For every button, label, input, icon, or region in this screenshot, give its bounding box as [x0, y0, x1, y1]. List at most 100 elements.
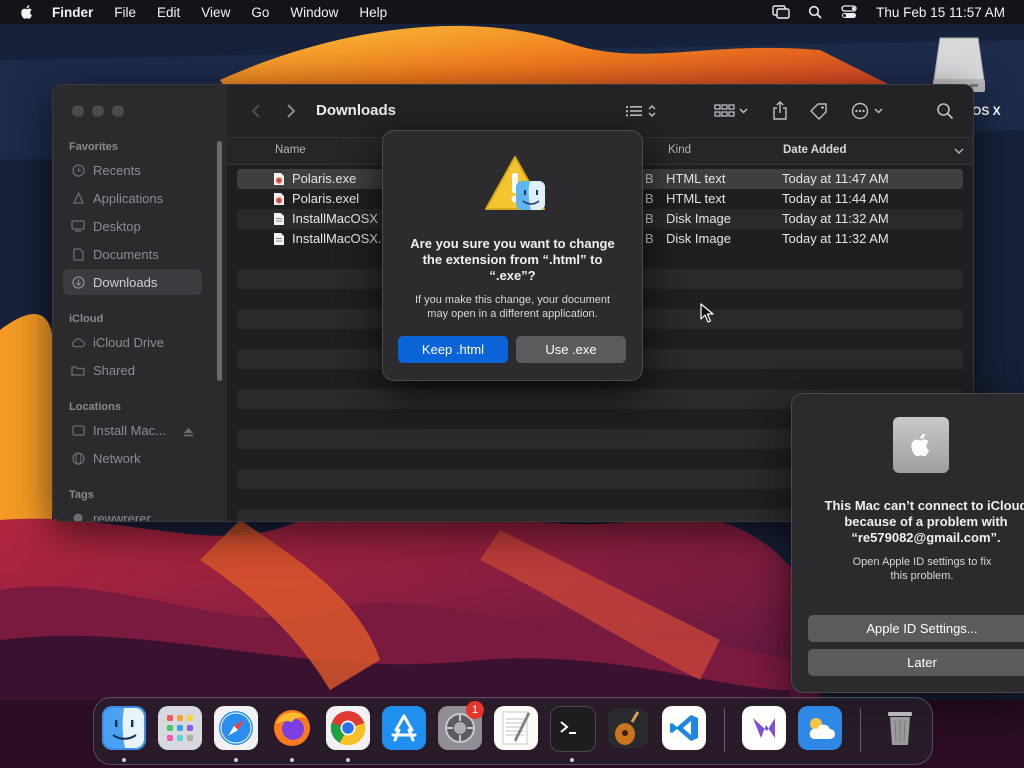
later-button[interactable]: Later: [808, 649, 1024, 676]
search-icon[interactable]: [935, 100, 955, 122]
sidebar-item-label: rewwrerer: [93, 510, 151, 522]
file-date-added: Today at 11:32 AM: [782, 211, 889, 226]
column-name[interactable]: Name: [275, 144, 306, 156]
menu-window[interactable]: Window: [290, 5, 338, 20]
downloads-icon: [71, 275, 85, 289]
document-icon: [71, 247, 85, 261]
sidebar-item-applications[interactable]: Applications: [63, 185, 202, 211]
dock-separator: [724, 708, 725, 752]
mouse-cursor: [700, 303, 714, 323]
file-date-added: Today at 11:47 AM: [782, 171, 889, 186]
sidebar-item-tag[interactable]: rewwrerer: [63, 505, 202, 522]
file-date-added: Today at 11:32 AM: [782, 231, 889, 246]
column-kind[interactable]: Kind: [668, 144, 691, 156]
share-icon[interactable]: [771, 100, 789, 122]
garageband-icon[interactable]: [606, 706, 650, 750]
screen-mirroring-icon[interactable]: [772, 4, 790, 20]
control-center-icon[interactable]: [840, 4, 858, 20]
icloud-info-line: this problem.: [890, 570, 954, 582]
more-actions-icon[interactable]: [851, 100, 887, 122]
apple-id-settings-button[interactable]: Apple ID Settings...: [808, 615, 1024, 642]
zoom-button[interactable]: [112, 105, 124, 117]
apple-icon[interactable]: [18, 3, 36, 21]
sidebar-item-desktop[interactable]: Desktop: [63, 213, 202, 239]
sidebar-section-locations: Locations: [69, 401, 121, 413]
tag-dot-icon: [71, 511, 85, 521]
list-view-icon[interactable]: [624, 100, 660, 122]
menu-edit[interactable]: Edit: [157, 5, 180, 20]
running-indicator: [346, 758, 350, 762]
disk-image-file-icon: [274, 232, 284, 245]
menu-clock[interactable]: Thu Feb 15 11:57 AM: [876, 5, 1005, 20]
file-kind: Disk Image: [666, 211, 732, 226]
terminal-icon[interactable]: [550, 706, 596, 752]
sidebar-item-documents[interactable]: Documents: [63, 241, 202, 267]
change-extension-dialog: Are you sure you want to change the exte…: [382, 130, 643, 381]
menu-bar: Finder File Edit View Go Window Help Thu…: [0, 0, 1024, 24]
file-kind: Disk Image: [666, 231, 732, 246]
trash-icon[interactable]: [878, 706, 922, 750]
warning-finder-icon: [485, 156, 545, 210]
globe-icon: [71, 451, 85, 465]
sidebar-item-install-mac[interactable]: Install Mac...: [63, 417, 202, 443]
disk-label[interactable]: OS X: [972, 104, 1001, 118]
minimize-button[interactable]: [92, 105, 104, 117]
sidebar-item-shared[interactable]: Shared: [63, 357, 202, 383]
menu-app-name[interactable]: Finder: [52, 5, 93, 20]
icloud-message: This Mac can’t connect to iCloud because…: [806, 498, 1024, 546]
launchpad-icon[interactable]: [158, 706, 202, 750]
dialog-info-line: If you make this change, your document: [414, 294, 611, 306]
keep-html-button[interactable]: Keep .html: [398, 336, 508, 363]
window-title: Downloads: [316, 102, 397, 119]
close-button[interactable]: [72, 105, 84, 117]
icloud-message-line: “re579082@gmail.com”.: [851, 530, 1001, 545]
file-kind: HTML text: [666, 171, 726, 186]
search-icon[interactable]: [806, 4, 824, 20]
sidebar-scrollbar[interactable]: [217, 141, 222, 381]
sidebar-item-network[interactable]: Network: [63, 445, 202, 471]
disk-image-file-icon: [274, 212, 284, 225]
eject-icon[interactable]: [183, 425, 194, 440]
group-by-icon[interactable]: [713, 100, 751, 122]
back-chevron-icon[interactable]: [249, 100, 263, 122]
forward-chevron-icon[interactable]: [284, 100, 298, 122]
running-indicator: [290, 758, 294, 762]
app-store-icon[interactable]: [382, 706, 426, 750]
dock-separator: [860, 708, 861, 752]
running-indicator: [122, 758, 126, 762]
sidebar-item-label: Applications: [93, 190, 164, 206]
firefox-html-file-icon: [274, 192, 284, 205]
sidebar-item-recents[interactable]: Recents: [63, 157, 202, 183]
menu-help[interactable]: Help: [359, 5, 387, 20]
finder-icon[interactable]: [102, 706, 146, 750]
sidebar-section-icloud: iCloud: [69, 313, 104, 325]
vscode-icon[interactable]: [662, 706, 706, 750]
file-name: Polaris.exe: [292, 171, 357, 186]
firefox-html-file-icon: [274, 172, 284, 185]
sidebar-section-tags: Tags: [69, 489, 94, 501]
file-size: B: [645, 211, 654, 226]
sidebar-item-downloads[interactable]: Downloads: [63, 269, 202, 295]
sidebar-item-icloud-drive[interactable]: iCloud Drive: [63, 329, 202, 355]
textedit-icon[interactable]: [494, 706, 538, 750]
sidebar-item-label: Downloads: [93, 274, 158, 290]
applications-icon: [71, 191, 85, 205]
icloud-error-dialog: This Mac can’t connect to iCloud because…: [791, 393, 1024, 693]
menu-go[interactable]: Go: [251, 5, 269, 20]
file-size: B: [645, 191, 654, 206]
use-exe-button[interactable]: Use .exe: [516, 336, 626, 363]
tag-icon[interactable]: [809, 100, 829, 122]
sort-chevron-icon[interactable]: [954, 146, 964, 158]
column-date-added[interactable]: Date Added: [783, 144, 846, 156]
dialog-message: Are you sure you want to change the exte…: [397, 236, 628, 284]
chrome-icon[interactable]: [326, 706, 370, 750]
menu-file[interactable]: File: [114, 5, 136, 20]
running-indicator: [234, 758, 238, 762]
visual-studio-icon[interactable]: [742, 706, 786, 750]
menu-view[interactable]: View: [201, 5, 230, 20]
weather-icon[interactable]: [798, 706, 842, 750]
firefox-icon[interactable]: [270, 706, 314, 750]
icloud-info-line: Open Apple ID settings to fix: [852, 556, 992, 568]
sidebar-section-favorites: Favorites: [69, 141, 118, 153]
safari-icon[interactable]: [214, 706, 258, 750]
